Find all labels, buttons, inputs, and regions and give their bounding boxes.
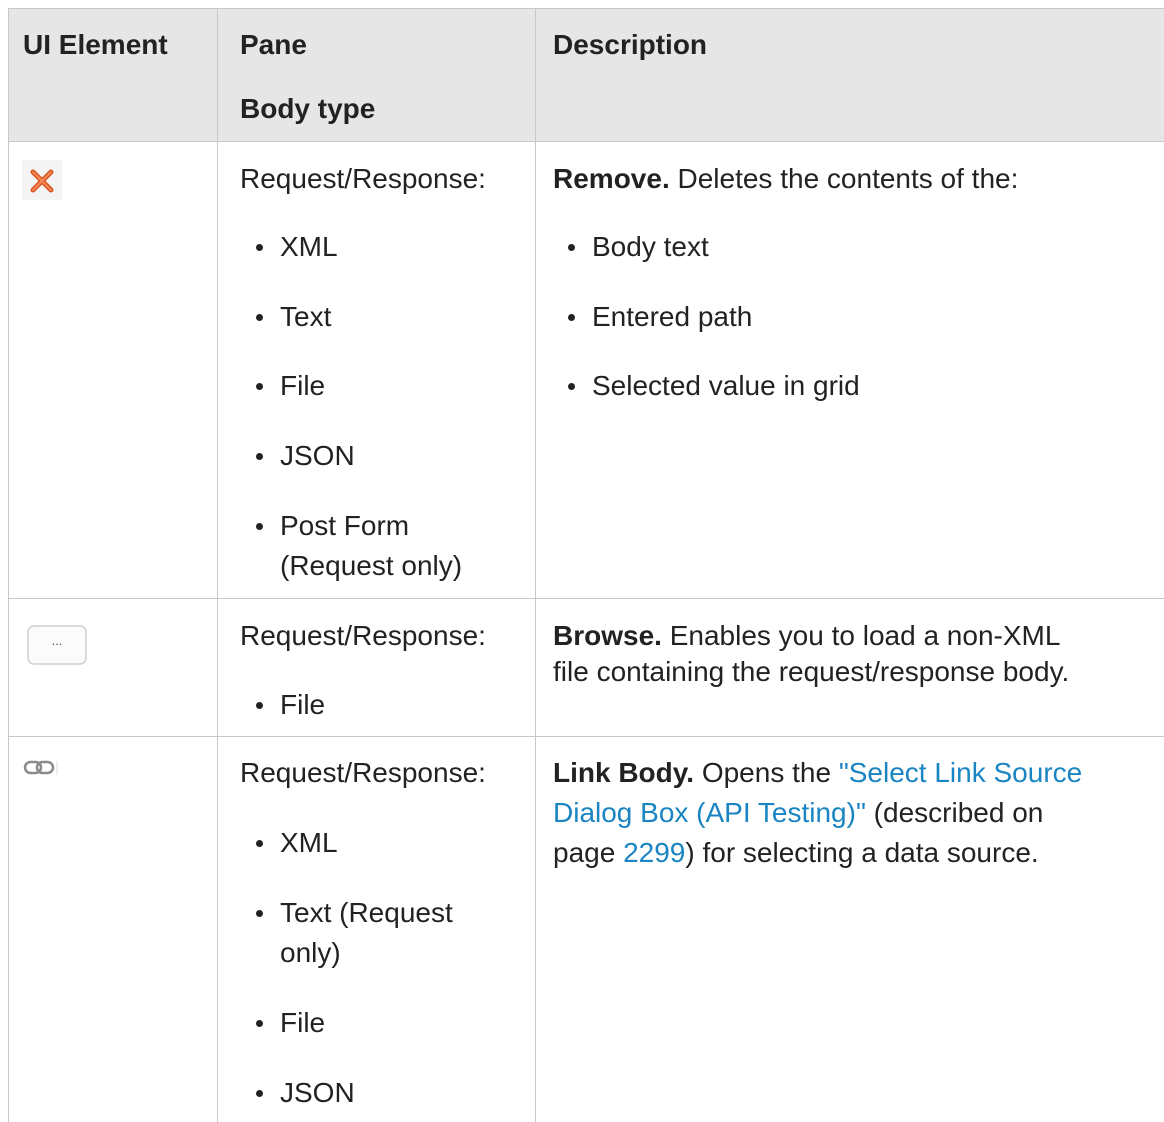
header-body-type: Body type <box>240 93 376 124</box>
description-title: Browse. <box>553 620 662 651</box>
pane-label: Request/Response: <box>240 163 486 194</box>
ui-element-table: UI Element Pane Body type Description Re… <box>0 0 1164 1122</box>
column-divider-2 <box>535 8 536 1122</box>
description-link-body: Link Body. Opens the "Select Link Source <box>553 757 1083 788</box>
header-description: Description <box>553 29 708 60</box>
table-border-top <box>8 8 1164 9</box>
description-title: Link Body. <box>553 757 695 788</box>
row-divider-2 <box>8 736 1164 737</box>
table-border-left <box>8 8 9 1122</box>
description-title: Remove. <box>553 163 670 194</box>
header-pane: Pane <box>240 29 307 60</box>
row-divider-1 <box>8 598 1164 599</box>
column-divider-1 <box>217 8 218 1122</box>
row-divider-header <box>8 141 1164 142</box>
page-number-link[interactable]: 2299 <box>623 837 685 868</box>
pane-label: Request/Response: <box>240 757 486 788</box>
description-link-body-line2: Dialog Box (API Testing)" (described on <box>553 797 1044 828</box>
list-item-continuation: (Request only) <box>280 550 463 581</box>
remove-icon <box>22 160 62 200</box>
description-remove: Remove. Deletes the contents of the: <box>553 163 1019 194</box>
select-link-source-link[interactable]: "Select Link Source <box>839 757 1082 788</box>
description-browse: Browse. Enables you to load a non-XML <box>553 620 1061 651</box>
description-browse-line2: file containing the request/response bod… <box>553 656 1070 687</box>
header-ui-element: UI Element <box>23 29 168 60</box>
browse-button-icon: ... <box>27 625 87 665</box>
select-link-source-link-cont[interactable]: Dialog Box (API Testing)" <box>553 797 866 828</box>
pane-label: Request/Response: <box>240 620 486 651</box>
link-icon <box>23 757 59 779</box>
description-link-body-line3: page 2299) for selecting a data source. <box>553 837 1039 868</box>
list-item-continuation: only) <box>280 937 341 968</box>
